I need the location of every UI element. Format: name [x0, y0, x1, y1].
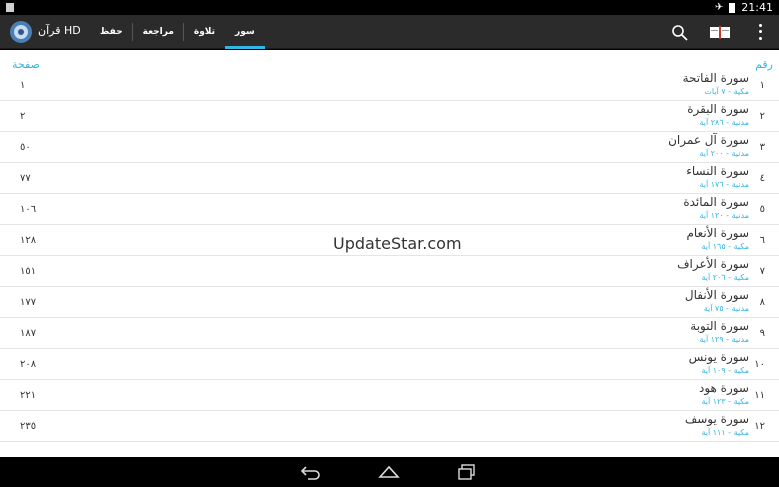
list-item[interactable]: ١٠ سورة يونس مكية - ١٠٩ آية ٢٠٨: [0, 349, 779, 380]
surah-meta: مدنية - ١٢٠ آية: [699, 211, 749, 220]
status-bar: ✈ 21:41: [0, 0, 779, 15]
tab-label: تلاوة: [193, 27, 216, 37]
app-logo-icon[interactable]: [9, 20, 33, 44]
list-item[interactable]: ٣ سورة آل عمران مدنية - ٢٠٠ آية ٥٠: [0, 132, 779, 163]
surah-name: سورة الأعراف: [677, 257, 749, 271]
action-bar: قرآن HD حفظ مراجعة تلاوة سور: [0, 15, 779, 49]
surah-number: ١١: [754, 390, 765, 401]
tab-label: مراجعة: [142, 27, 174, 37]
surah-name: سورة آل عمران: [668, 133, 749, 147]
surah-meta: مكية - ١١١ آية: [701, 428, 749, 437]
status-icons: ✈ 21:41: [715, 1, 773, 14]
list-item[interactable]: ١١ سورة هود مكية - ١٢٣ آية ٢٢١: [0, 380, 779, 411]
surah-page: ١: [20, 80, 26, 91]
tab-bar: حفظ مراجعة تلاوة سور: [90, 15, 265, 49]
surah-name: سورة المائدة: [683, 195, 749, 209]
search-icon[interactable]: [670, 23, 690, 43]
surah-name: سورة البقرة: [687, 102, 749, 116]
tab-label: سور: [235, 27, 255, 37]
surah-number: ٩: [759, 328, 765, 339]
surah-number: ٧: [759, 266, 765, 277]
surah-number: ٢: [759, 111, 765, 122]
surah-name: سورة التوبة: [690, 319, 749, 333]
surah-meta: مدنية - ١٧٦ آية: [699, 180, 749, 189]
surah-name: سورة يونس: [688, 350, 749, 364]
surah-page: ٢: [20, 111, 26, 122]
surah-meta: مكية - ١٠٩ آية: [701, 366, 749, 375]
recent-apps-icon[interactable]: [456, 463, 478, 481]
surah-page: ٢٢١: [20, 390, 37, 401]
surah-meta: مدنية - ١٢٩ آية: [699, 335, 749, 344]
overflow-menu-icon[interactable]: [754, 22, 766, 42]
list-item[interactable]: ٩ سورة التوبة مدنية - ١٢٩ آية ١٨٧: [0, 318, 779, 349]
surah-page: ٥٠: [20, 142, 31, 153]
notification-icon: [6, 3, 14, 12]
surah-number: ١٠: [754, 359, 765, 370]
list-item[interactable]: ٢ سورة البقرة مدنية - ٢٨٦ آية ٢: [0, 101, 779, 132]
surah-meta: مدنية - ٢٠٠ آية: [699, 149, 749, 158]
tab-memorize[interactable]: حفظ: [90, 15, 133, 49]
surah-meta: مكية - ٢٠٦ آية: [701, 273, 749, 282]
home-icon[interactable]: [378, 463, 400, 481]
surah-number: ١: [759, 80, 765, 91]
surah-name: سورة النساء: [686, 164, 749, 178]
airplane-mode-icon: ✈: [714, 2, 724, 13]
surah-page: ١٠٦: [20, 204, 37, 215]
surah-meta: مكية - ٧ آيات: [704, 87, 749, 96]
surah-name: سورة الفاتحة: [682, 71, 749, 85]
surah-page: ٧٧: [20, 173, 31, 184]
surah-meta: مدنية - ٢٨٦ آية: [699, 118, 749, 127]
surah-list-view: رقم صفحة ١ سورة الفاتحة مكية - ٧ آيات ١ …: [0, 50, 779, 457]
surah-name: سورة هود: [698, 381, 749, 395]
navigation-bar: [0, 457, 779, 487]
watermark: UpdateStar.com: [333, 234, 462, 253]
status-time: 21:41: [741, 1, 773, 14]
list-item[interactable]: ٤ سورة النساء مدنية - ١٧٦ آية ٧٧: [0, 163, 779, 194]
back-icon[interactable]: [300, 463, 322, 481]
list-item[interactable]: ٥ سورة المائدة مدنية - ١٢٠ آية ١٠٦: [0, 194, 779, 225]
surah-meta: مكية - ١٦٥ آية: [701, 242, 749, 251]
book-icon[interactable]: [708, 24, 732, 40]
surah-list: ١ سورة الفاتحة مكية - ٧ آيات ١ ٢ سورة ال…: [0, 70, 779, 442]
list-item[interactable]: ١٢ سورة يوسف مكية - ١١١ آية ٢٣٥: [0, 411, 779, 442]
surah-name: سورة الأنفال: [684, 288, 749, 302]
tab-recitation[interactable]: تلاوة: [184, 15, 225, 49]
surah-page: ٢٠٨: [20, 359, 37, 370]
surah-number: ١٢: [754, 421, 765, 432]
list-item[interactable]: ٧ سورة الأعراف مكية - ٢٠٦ آية ١٥١: [0, 256, 779, 287]
surah-name: سورة الأنعام: [686, 226, 749, 240]
surah-number: ٥: [759, 204, 765, 215]
surah-number: ٨: [759, 297, 765, 308]
surah-page: ١٢٨: [20, 235, 37, 246]
list-item[interactable]: ١ سورة الفاتحة مكية - ٧ آيات ١: [0, 70, 779, 101]
tab-surahs[interactable]: سور: [225, 15, 265, 49]
surah-meta: مكية - ١٢٣ آية: [701, 397, 749, 406]
list-item[interactable]: ٨ سورة الأنفال مدنية - ٧٥ آية ١٧٧: [0, 287, 779, 318]
tab-review[interactable]: مراجعة: [133, 15, 185, 49]
tab-label: حفظ: [100, 27, 123, 37]
surah-number: ٦: [759, 235, 765, 246]
battery-icon: [729, 2, 736, 13]
surah-page: ١٨٧: [20, 328, 37, 339]
surah-name: سورة يوسف: [684, 412, 749, 426]
app-title: قرآن HD: [38, 24, 81, 37]
surah-meta: مدنية - ٧٥ آية: [703, 304, 749, 313]
surah-page: ١٥١: [20, 266, 37, 277]
surah-page: ٢٣٥: [20, 421, 37, 432]
surah-number: ٣: [759, 142, 765, 153]
surah-number: ٤: [759, 173, 765, 184]
surah-page: ١٧٧: [20, 297, 37, 308]
